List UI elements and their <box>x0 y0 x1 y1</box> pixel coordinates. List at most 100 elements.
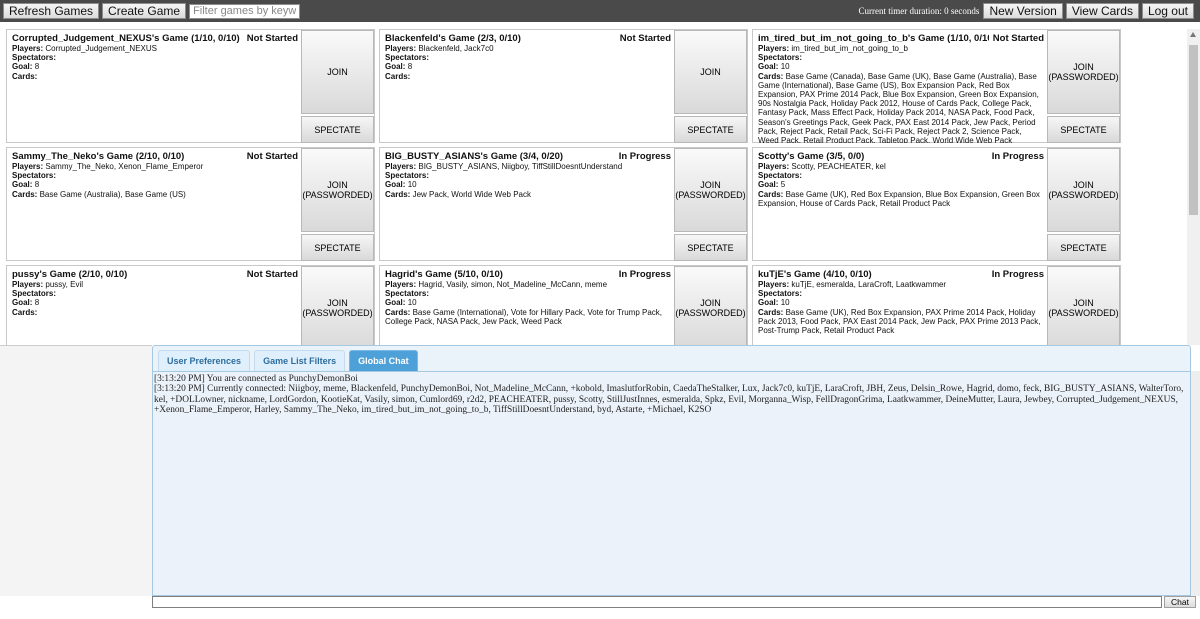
spectate-button[interactable]: SPECTATE <box>1047 116 1120 143</box>
refresh-games-button[interactable]: Refresh Games <box>3 3 100 19</box>
filter-games-input[interactable] <box>189 3 301 19</box>
game-title: kuTjE's Game (4/10, 0/10) <box>758 269 872 280</box>
players-value: Hagrid, Vasily, simon, Not_Madeline_McCa… <box>418 280 608 289</box>
join-button[interactable]: JOIN (PASSWORDED) <box>1047 266 1120 347</box>
tab-global-chat[interactable]: Global Chat <box>349 350 418 371</box>
game-info: Corrupted_Judgement_NEXUS's Game (1/10, … <box>12 33 298 143</box>
spectators-line: Spectators: <box>12 289 298 298</box>
join-button[interactable]: JOIN (PASSWORDED) <box>1047 148 1120 232</box>
goal-label: Goal: <box>12 298 33 308</box>
cards-line: Cards: <box>12 308 298 317</box>
spectators-label: Spectators: <box>385 171 430 181</box>
scroll-up-arrow-icon[interactable] <box>1190 32 1196 37</box>
cards-label: Cards: <box>758 189 784 199</box>
join-button[interactable]: JOIN (PASSWORDED) <box>301 148 374 232</box>
cards-value: Jew Pack, World Wide Web Pack <box>412 189 531 199</box>
spectate-button[interactable]: SPECTATE <box>1047 234 1120 261</box>
game-grid: Corrupted_Judgement_NEXUS's Game (1/10, … <box>4 29 1187 347</box>
game-title: im_tired_but_im_not_going_to_b's Game (1… <box>758 33 989 44</box>
goal-value: 8 <box>407 62 413 72</box>
cards-line: Cards: Base Game (International), Vote f… <box>385 308 671 326</box>
spectators-label: Spectators: <box>385 53 430 63</box>
goal-label: Goal: <box>385 298 406 308</box>
tab-user-preferences[interactable]: User Preferences <box>158 350 251 371</box>
spectators-line: Spectators: <box>12 171 298 180</box>
bottom-panel: User Preferences Game List Filters Globa… <box>0 345 1200 619</box>
game-header: im_tired_but_im_not_going_to_b's Game (1… <box>758 33 1044 44</box>
join-button[interactable]: JOIN <box>301 30 374 114</box>
players-value: BIG_BUSTY_ASIANS, Niigboy, TiffStillDoes… <box>418 162 623 171</box>
join-button[interactable]: JOIN (PASSWORDED) <box>301 266 374 347</box>
goal-line: Goal: 8 <box>385 62 671 71</box>
goal-label: Goal: <box>12 180 33 190</box>
view-cards-button[interactable]: View Cards <box>1065 3 1139 19</box>
cards-value: Base Game (UK), Red Box Expansion, Blue … <box>758 189 1040 208</box>
game-title: Blackenfeld's Game (2/3, 0/10) <box>385 33 521 44</box>
game-card: Sammy_The_Neko's Game (2/10, 0/10) Not S… <box>6 147 375 261</box>
players-line: Players: Blackenfeld, Jack7c0 <box>385 44 671 53</box>
chat-send-button[interactable]: Chat <box>1164 596 1196 608</box>
players-line: Players: BIG_BUSTY_ASIANS, Niigboy, Tiff… <box>385 162 671 171</box>
spectate-button[interactable]: SPECTATE <box>674 234 747 261</box>
scroll-thumb[interactable] <box>1189 45 1198 215</box>
players-label: Players: <box>12 280 44 289</box>
toolbar-right: Current timer duration: 0 seconds New Ve… <box>858 3 1197 19</box>
game-info: Sammy_The_Neko's Game (2/10, 0/10) Not S… <box>12 151 298 261</box>
chat-input[interactable] <box>152 596 1162 608</box>
top-toolbar: Refresh Games Create Game Current timer … <box>0 0 1200 22</box>
players-label: Players: <box>385 162 417 171</box>
goal-label: Goal: <box>758 180 779 190</box>
tab-bar: User Preferences Game List Filters Globa… <box>152 345 1191 371</box>
chat-message: [3:13:20 PM] You are connected as Punchy… <box>154 374 358 384</box>
goal-line: Goal: 10 <box>385 298 671 307</box>
game-card: Corrupted_Judgement_NEXUS's Game (1/10, … <box>6 29 375 143</box>
game-status: Not Started <box>246 269 298 280</box>
game-header: kuTjE's Game (4/10, 0/10) In Progress <box>758 269 1044 280</box>
players-value: Scotty, PEACHEATER, kel <box>791 162 886 171</box>
game-status: In Progress <box>618 151 671 162</box>
players-line: Players: pussy, Evil <box>12 280 298 289</box>
game-list-scrollbar[interactable] <box>1187 29 1200 347</box>
game-header: BIG_BUSTY_ASIANS's Game (3/4, 0/20) In P… <box>385 151 671 162</box>
goal-value: 8 <box>34 62 40 72</box>
join-button[interactable]: JOIN (PASSWORDED) <box>674 266 747 347</box>
spectate-button[interactable]: SPECTATE <box>674 116 747 143</box>
goal-line: Goal: 10 <box>758 62 1044 71</box>
spectate-button[interactable]: SPECTATE <box>301 234 374 261</box>
players-line: Players: Corrupted_Judgement_NEXUS <box>12 44 298 53</box>
game-header: Sammy_The_Neko's Game (2/10, 0/10) Not S… <box>12 151 298 162</box>
new-version-button[interactable]: New Version <box>983 3 1063 19</box>
join-button[interactable]: JOIN (PASSWORDED) <box>1047 30 1120 114</box>
spectators-line: Spectators: <box>758 289 1044 298</box>
game-title: Hagrid's Game (5/10, 0/10) <box>385 269 503 280</box>
chat-message: [3:13:20 PM] Currently connected: Niigbo… <box>154 384 1184 415</box>
join-button[interactable]: JOIN <box>674 30 747 114</box>
tab-game-list-filters[interactable]: Game List Filters <box>254 350 346 371</box>
players-value: pussy, Evil <box>45 280 84 289</box>
game-title: Sammy_The_Neko's Game (2/10, 0/10) <box>12 151 185 162</box>
game-info: Hagrid's Game (5/10, 0/10) In Progress P… <box>385 269 671 347</box>
spectators-line: Spectators: <box>758 171 1044 180</box>
spectators-label: Spectators: <box>385 289 430 299</box>
join-button[interactable]: JOIN (PASSWORDED) <box>674 148 747 232</box>
game-status: Not Started <box>992 33 1044 44</box>
goal-value: 8 <box>34 180 40 190</box>
goal-label: Goal: <box>758 62 779 72</box>
players-value: kuTjE, esmeralda, LaraCroft, Laatkwammer <box>791 280 947 289</box>
goal-value: 5 <box>780 180 786 190</box>
game-card: BIG_BUSTY_ASIANS's Game (3/4, 0/20) In P… <box>379 147 748 261</box>
cards-label: Cards: <box>385 71 411 81</box>
game-status: In Progress <box>618 269 671 280</box>
timer-duration-text: Current timer duration: 0 seconds <box>858 6 980 16</box>
game-title: pussy's Game (2/10, 0/10) <box>12 269 128 280</box>
cards-value: Base Game (Australia), Base Game (US) <box>39 189 186 199</box>
create-game-button[interactable]: Create Game <box>102 3 187 19</box>
game-header: Scotty's Game (3/5, 0/0) In Progress <box>758 151 1044 162</box>
game-card: pussy's Game (2/10, 0/10) Not Started Pl… <box>6 265 375 347</box>
spectators-label: Spectators: <box>12 53 57 63</box>
chat-scrollbar[interactable] <box>1191 371 1200 596</box>
game-list: Corrupted_Judgement_NEXUS's Game (1/10, … <box>4 29 1187 347</box>
log-out-button[interactable]: Log out <box>1141 3 1194 19</box>
spectate-button[interactable]: SPECTATE <box>301 116 374 143</box>
spectators-label: Spectators: <box>12 171 57 181</box>
